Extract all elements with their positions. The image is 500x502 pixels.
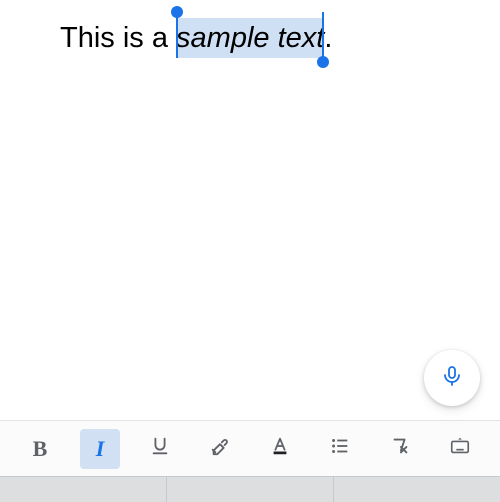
bold-button[interactable]: B (20, 429, 60, 469)
bottom-segment[interactable] (334, 477, 500, 502)
text-after-selection: . (324, 22, 332, 54)
bottom-panel (0, 476, 500, 502)
voice-input-button[interactable] (424, 350, 480, 406)
text-line[interactable]: This is a sample text . (60, 18, 440, 58)
text-before-selection: This is a (60, 22, 176, 54)
keyboard-icon (448, 435, 472, 462)
selection-handle-start[interactable] (171, 6, 183, 18)
clear-formatting-icon (389, 435, 411, 462)
underline-icon (149, 435, 171, 462)
microphone-icon (440, 364, 464, 393)
document-canvas[interactable]: This is a sample text . (0, 0, 500, 420)
selection-wrapper[interactable]: sample text (176, 18, 324, 58)
italic-button[interactable]: I (80, 429, 120, 469)
formatting-toolbar: B I (0, 420, 500, 476)
bottom-segment[interactable] (167, 477, 334, 502)
selected-text[interactable]: sample text (176, 18, 324, 58)
selection-caret-end[interactable] (322, 12, 324, 58)
text-color-icon (269, 435, 291, 462)
highlighter-icon (209, 435, 231, 462)
selection-handle-end[interactable] (317, 56, 329, 68)
text-color-button[interactable] (260, 429, 300, 469)
underline-button[interactable] (140, 429, 180, 469)
highlight-button[interactable] (200, 429, 240, 469)
bottom-segment[interactable] (0, 477, 167, 502)
selection-caret-start[interactable] (176, 12, 178, 58)
bold-icon: B (33, 436, 48, 462)
bulleted-list-button[interactable] (320, 429, 360, 469)
list-icon (329, 435, 351, 462)
italic-icon: I (96, 436, 105, 462)
keyboard-toggle-button[interactable] (440, 429, 480, 469)
clear-formatting-button[interactable] (380, 429, 420, 469)
